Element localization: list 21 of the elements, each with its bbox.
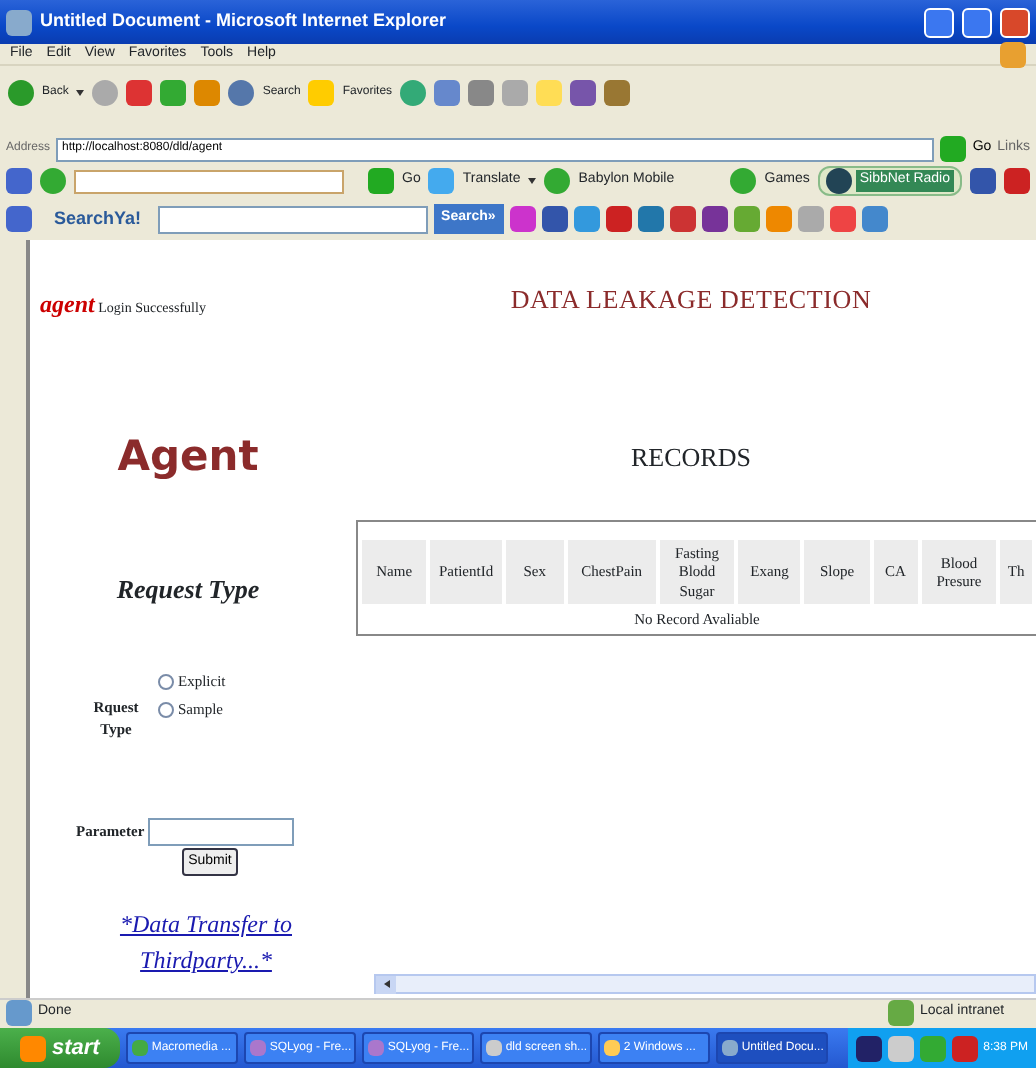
searchya-logo[interactable]: SearchYa! [54,205,142,233]
page-heading: DATA LEAKAGE DETECTION [508,282,874,318]
caret-icon[interactable] [528,178,537,184]
parameter-field[interactable] [148,817,295,845]
caret-icon[interactable] [76,90,85,96]
username-label: agent [40,290,95,318]
agent-title: Agent [117,430,259,484]
minimize-button[interactable] [924,7,954,37]
horizontal-scrollbar[interactable] [374,974,1036,994]
radio-button[interactable] [158,702,174,718]
request-type-heading: Request Type [116,571,260,608]
search-field[interactable] [157,205,428,233]
window-title: Untitled Document - Microsoft Internet Explorer [40,8,447,35]
toolbar-search-field[interactable] [74,169,344,193]
maximize-button[interactable] [962,7,992,37]
close-button[interactable] [1000,7,1030,37]
radio-button[interactable] [158,674,174,690]
records-heading: RECORDS [629,439,753,475]
scroll-left-icon [383,980,389,988]
scroll-left-button[interactable] [376,975,396,993]
transfer-link[interactable]: *Data Transfer to Thirdparty...* [96,906,316,978]
